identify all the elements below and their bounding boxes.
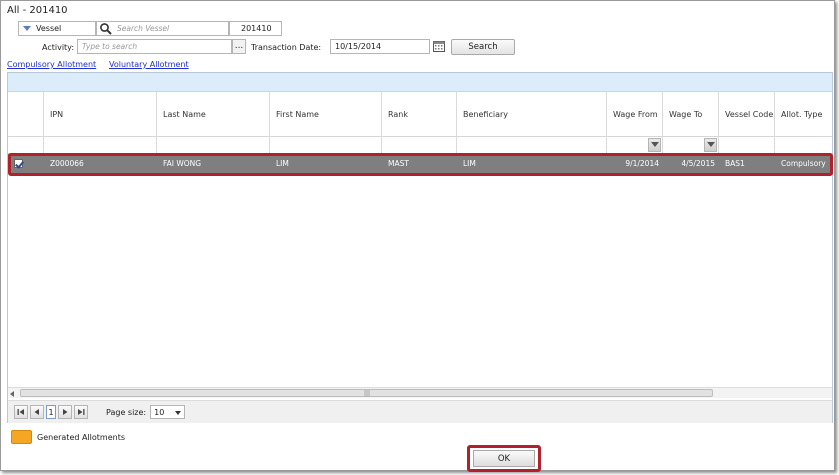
cell-ipn: Z000066 (50, 159, 84, 168)
activity-lookup-button[interactable]: ... (232, 39, 246, 54)
scrollbar-grip: ||| (364, 390, 371, 397)
filter-cell-allot-type[interactable] (775, 137, 834, 154)
column-header-first-name[interactable]: First Name (270, 92, 382, 137)
row-checkbox[interactable] (14, 159, 23, 168)
column-header-last-name[interactable]: Last Name (157, 92, 270, 137)
cell-allot-type: Compulsory (781, 159, 826, 168)
column-header-beneficiary[interactable]: Beneficiary (457, 92, 607, 137)
grid-group-band (8, 73, 832, 92)
filter-cell-ipn[interactable] (44, 137, 157, 154)
cell-beneficiary: LIM (463, 159, 476, 168)
chevron-down-icon (23, 26, 31, 31)
cell-last-name: FAI WONG (163, 159, 202, 168)
filter-cell-beneficiary[interactable] (457, 137, 607, 154)
horizontal-scrollbar[interactable]: ||| (8, 387, 832, 398)
dialog-window: All - 201410 Vessel Search Vessel 201410… (0, 0, 835, 472)
row-select-cell[interactable] (8, 154, 44, 173)
cell-wage-from: 9/1/2014 (625, 159, 659, 168)
filter-cell-first-name[interactable] (270, 137, 382, 154)
current-page-number[interactable]: 1 (46, 405, 56, 419)
activity-input[interactable]: Type to search (77, 39, 232, 54)
tab-voluntary-allotment[interactable]: Voluntary Allotment (109, 60, 189, 69)
filter-cell-wage-from[interactable] (607, 137, 663, 154)
page-size-label: Page size: (106, 407, 147, 417)
page-size-select[interactable]: 10 (150, 405, 186, 419)
scroll-left-icon[interactable] (10, 391, 14, 397)
grid-filter-row (8, 137, 832, 154)
next-page-button[interactable] (58, 405, 72, 419)
filter-cell-last-name[interactable] (157, 137, 270, 154)
column-header-wage-to[interactable]: Wage To (663, 92, 719, 137)
column-header-select (8, 92, 44, 137)
last-page-icon (78, 409, 85, 415)
filter-cell (8, 137, 44, 154)
cell-first-name: LIM (276, 159, 289, 168)
prev-page-icon (34, 409, 39, 415)
next-page-icon (63, 409, 68, 415)
column-header-vessel-code[interactable]: Vessel Code (719, 92, 775, 137)
search-icon (99, 22, 113, 36)
tab-compulsory-allotment[interactable]: Compulsory Allotment (7, 60, 96, 69)
vessel-type-label: Vessel (36, 24, 62, 33)
column-header-wage-from[interactable]: Wage From (607, 92, 663, 137)
transaction-date-label: Transaction Date: (251, 43, 322, 52)
ok-button[interactable]: OK (473, 450, 535, 467)
search-vessel-input[interactable]: Search Vessel (96, 21, 229, 36)
filter-cell-wage-to[interactable] (663, 137, 719, 154)
grid-header: IPN Last Name First Name Rank Beneficiar… (8, 92, 832, 137)
calendar-icon[interactable] (433, 41, 445, 52)
scrollbar-thumb[interactable]: ||| (20, 389, 713, 397)
prev-page-button[interactable] (30, 405, 44, 419)
chevron-down-icon (175, 411, 182, 415)
legend-label: Generated Allotments (37, 433, 126, 442)
last-page-button[interactable] (74, 405, 88, 419)
pager: 1 Page size: 10 (8, 400, 832, 423)
column-header-allot-type[interactable]: Allot. Type (775, 92, 834, 137)
search-button[interactable]: Search (451, 39, 515, 55)
filter-icon[interactable] (648, 138, 661, 152)
cell-rank: MAST (388, 159, 409, 168)
activity-label: Activity: (42, 43, 75, 52)
transaction-date-input[interactable]: 10/15/2014 (330, 39, 430, 54)
filter-cell-vessel-code[interactable] (719, 137, 775, 154)
cell-vessel-code: BAS1 (725, 159, 745, 168)
page-size-value: 10 (154, 407, 165, 417)
allotment-grid: IPN Last Name First Name Rank Beneficiar… (7, 72, 833, 423)
first-page-icon (17, 409, 24, 415)
column-header-ipn[interactable]: IPN (44, 92, 157, 137)
page-title: All - 201410 (7, 5, 68, 16)
table-row[interactable]: Z000066 FAI WONG LIM MAST LIM 9/1/2014 4… (8, 154, 832, 173)
search-vessel-placeholder: Search Vessel (117, 24, 170, 33)
column-header-rank[interactable]: Rank (382, 92, 457, 137)
filter-icon[interactable] (704, 138, 717, 152)
cell-wage-to: 4/5/2015 (681, 159, 715, 168)
period-field[interactable]: 201410 (229, 21, 282, 36)
first-page-button[interactable] (14, 405, 28, 419)
filter-cell-rank[interactable] (382, 137, 457, 154)
vessel-type-dropdown[interactable]: Vessel (18, 21, 96, 36)
legend-swatch-generated (11, 430, 32, 444)
